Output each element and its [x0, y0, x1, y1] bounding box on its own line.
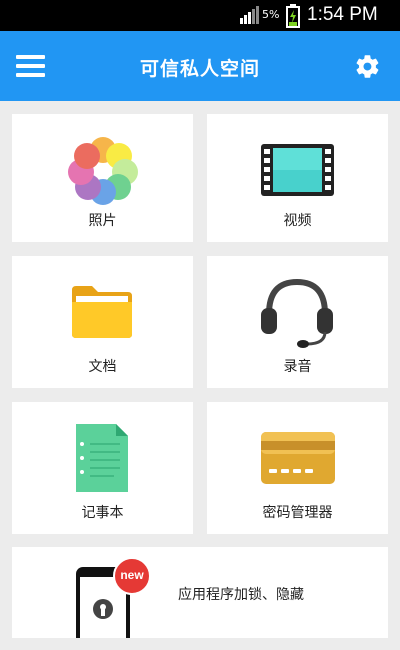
credit-card-icon [261, 432, 335, 484]
clock: 1:54 PM [307, 4, 378, 25]
videos-card[interactable]: 视频 [207, 114, 388, 242]
notepad-card[interactable]: 记事本 [12, 402, 193, 534]
battery-charging-icon [286, 4, 300, 28]
folder-icon [72, 286, 132, 338]
photos-flower-icon [68, 137, 138, 205]
password-manager-label: 密码管理器 [262, 505, 333, 521]
gear-icon [356, 55, 379, 78]
battery-percent: 5% [262, 8, 280, 21]
new-badge: new [113, 557, 151, 595]
notepad-label: 记事本 [81, 505, 124, 521]
recordings-card[interactable]: 录音 [207, 256, 388, 388]
password-manager-card[interactable]: 密码管理器 [207, 402, 388, 534]
settings-button[interactable] [354, 53, 381, 80]
page-title: 可信私人空间 [139, 58, 260, 80]
signal-icon [240, 6, 259, 24]
app-lock-card[interactable]: new 应用程序加锁、隐藏 [12, 547, 388, 638]
videos-label: 视频 [283, 213, 312, 229]
new-badge-text: new [120, 568, 144, 582]
status-bar: 5% 1:54 PM [0, 0, 400, 31]
documents-card[interactable]: 文档 [12, 256, 193, 388]
photos-label: 照片 [88, 213, 117, 229]
headset-icon [261, 278, 333, 348]
photos-card[interactable]: 照片 [12, 114, 193, 242]
app-bar: 可信私人空间 [0, 31, 400, 101]
app-lock-label: 应用程序加锁、隐藏 [178, 587, 304, 603]
film-strip-icon [261, 144, 334, 196]
documents-label: 文档 [88, 359, 117, 375]
recordings-label: 录音 [283, 359, 312, 375]
notepad-icon [76, 424, 128, 492]
